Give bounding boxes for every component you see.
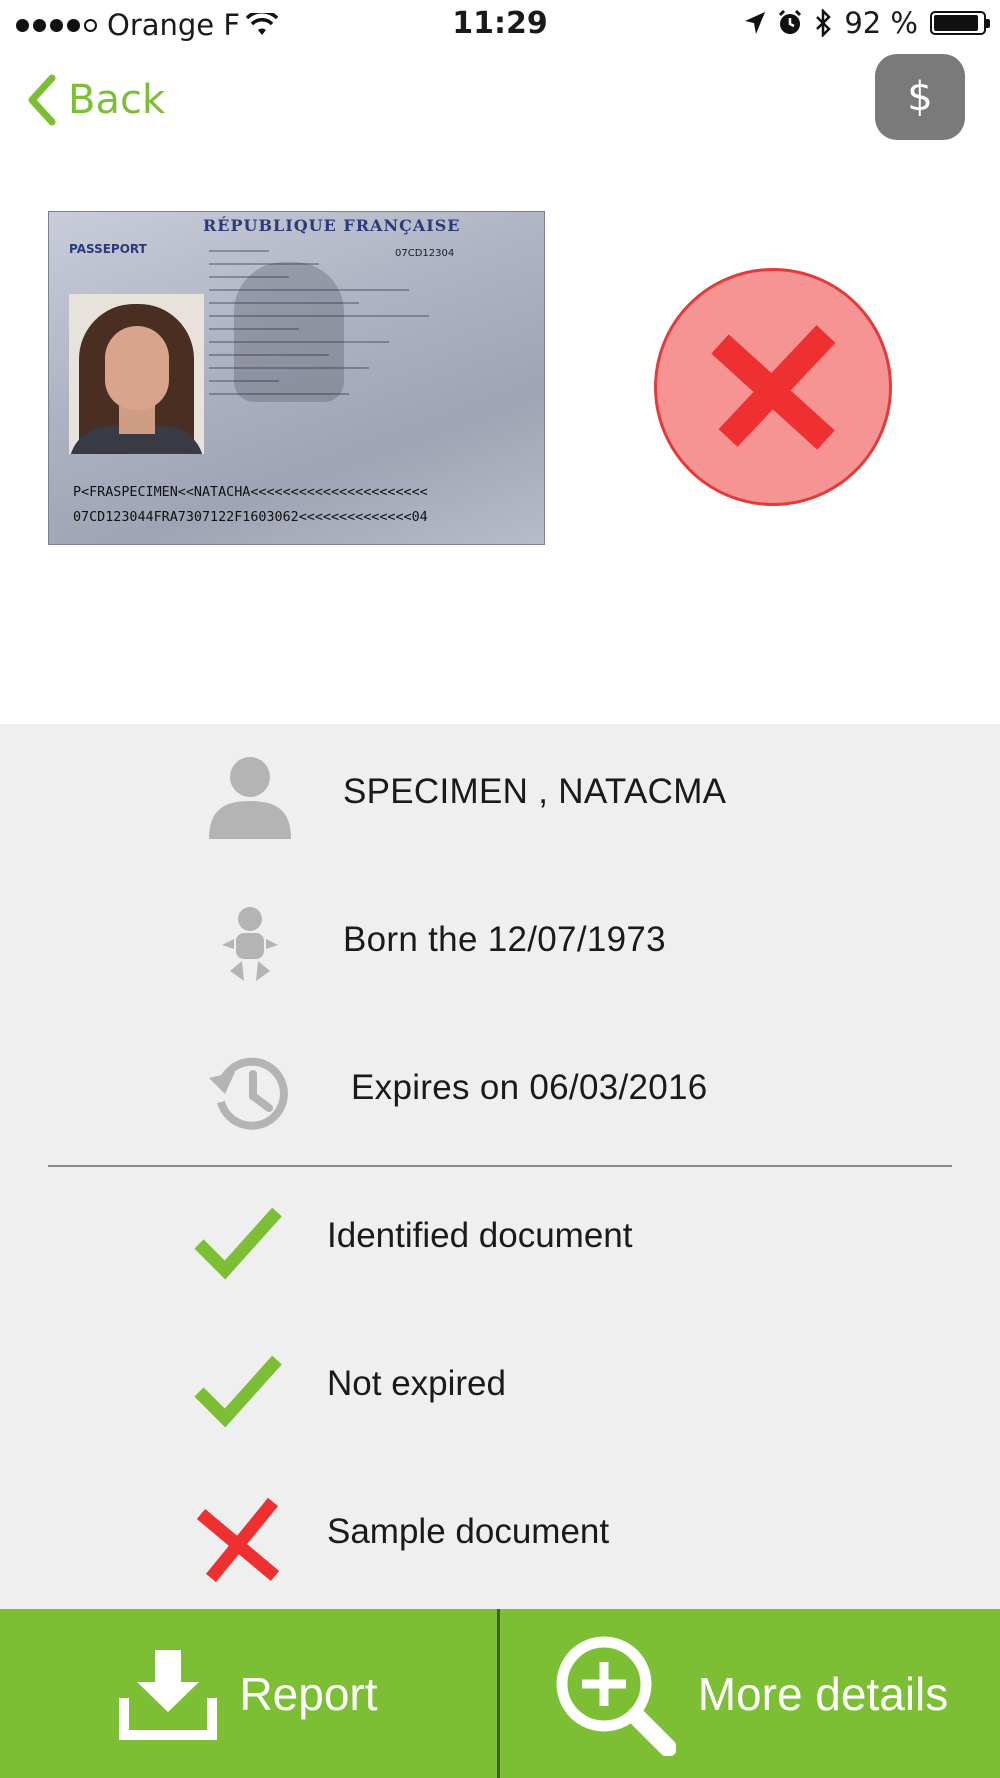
download-icon: [119, 1649, 218, 1740]
check-label: Sample document: [327, 1512, 610, 1551]
document-info-panel: SPECIMEN , NATACMA Born the 12/07/1973 E…: [0, 724, 1000, 1610]
divider: [48, 1165, 952, 1167]
check-row: Not expired: [0, 1334, 1000, 1444]
check-row: Sample document: [0, 1482, 1000, 1592]
check-label: Not expired: [327, 1364, 506, 1403]
passport-mrz: P<FRASPECIMEN<<NATACHA<<<<<<<<<<<<<<<<<<…: [73, 480, 428, 530]
cross-icon: [196, 1497, 280, 1583]
baby-icon: [205, 900, 295, 990]
zoom-in-icon: [556, 1636, 676, 1756]
check-row: Identified document: [0, 1186, 1000, 1296]
status-bar: Orange F 11:29 92 %: [0, 0, 1000, 50]
checkmark-icon: [194, 1355, 282, 1428]
passport-type-label: PASSEPORT: [69, 242, 147, 256]
currency-button[interactable]: $: [875, 54, 965, 140]
passport-photo: [69, 294, 204, 454]
check-label: Identified document: [327, 1216, 633, 1255]
expiry-date-row: Expires on 06/03/2016: [0, 1038, 1000, 1148]
history-icon: [205, 1048, 295, 1138]
battery-icon: [930, 11, 990, 35]
expiry-date: Expires on 06/03/2016: [351, 1068, 708, 1107]
bottom-action-bar: Report More details: [0, 1609, 1000, 1778]
report-label: Report: [239, 1667, 378, 1720]
battery-fill: [934, 15, 979, 31]
mrz-line-1: P<FRASPECIMEN<<NATACHA<<<<<<<<<<<<<<<<<<…: [73, 485, 428, 500]
passport-country-header: RÉPUBLIQUE FRANÇAISE: [203, 216, 461, 235]
birth-date: Born the 12/07/1973: [343, 920, 666, 959]
mrz-line-2: 07CD123044FRA7307122F1603062<<<<<<<<<<<<…: [73, 510, 428, 525]
battery-percent: 92 %: [844, 6, 918, 40]
person-icon: [205, 752, 295, 842]
holder-name: SPECIMEN , NATACMA: [343, 772, 727, 811]
more-details-button[interactable]: More details: [500, 1609, 1000, 1778]
status-right: 92 %: [744, 6, 990, 40]
close-icon: [711, 325, 836, 450]
back-label: Back: [68, 77, 166, 123]
back-button[interactable]: Back: [26, 74, 165, 126]
more-details-label: More details: [697, 1667, 949, 1720]
location-arrow-icon: [745, 12, 766, 34]
passport-scan-image: RÉPUBLIQUE FRANÇAISE PASSEPORT 07CD12304…: [48, 211, 545, 545]
alarm-icon: [779, 10, 802, 34]
checkmark-icon: [194, 1207, 282, 1280]
currency-label: $: [907, 74, 933, 120]
birth-date-row: Born the 12/07/1973: [0, 890, 1000, 1000]
report-button[interactable]: Report: [0, 1609, 497, 1778]
passport-text-lines: [209, 250, 459, 450]
chevron-left-icon: [28, 74, 56, 126]
verification-failed-badge: [654, 268, 892, 506]
bluetooth-icon: [816, 9, 832, 37]
holder-name-row: SPECIMEN , NATACMA: [0, 742, 1000, 852]
